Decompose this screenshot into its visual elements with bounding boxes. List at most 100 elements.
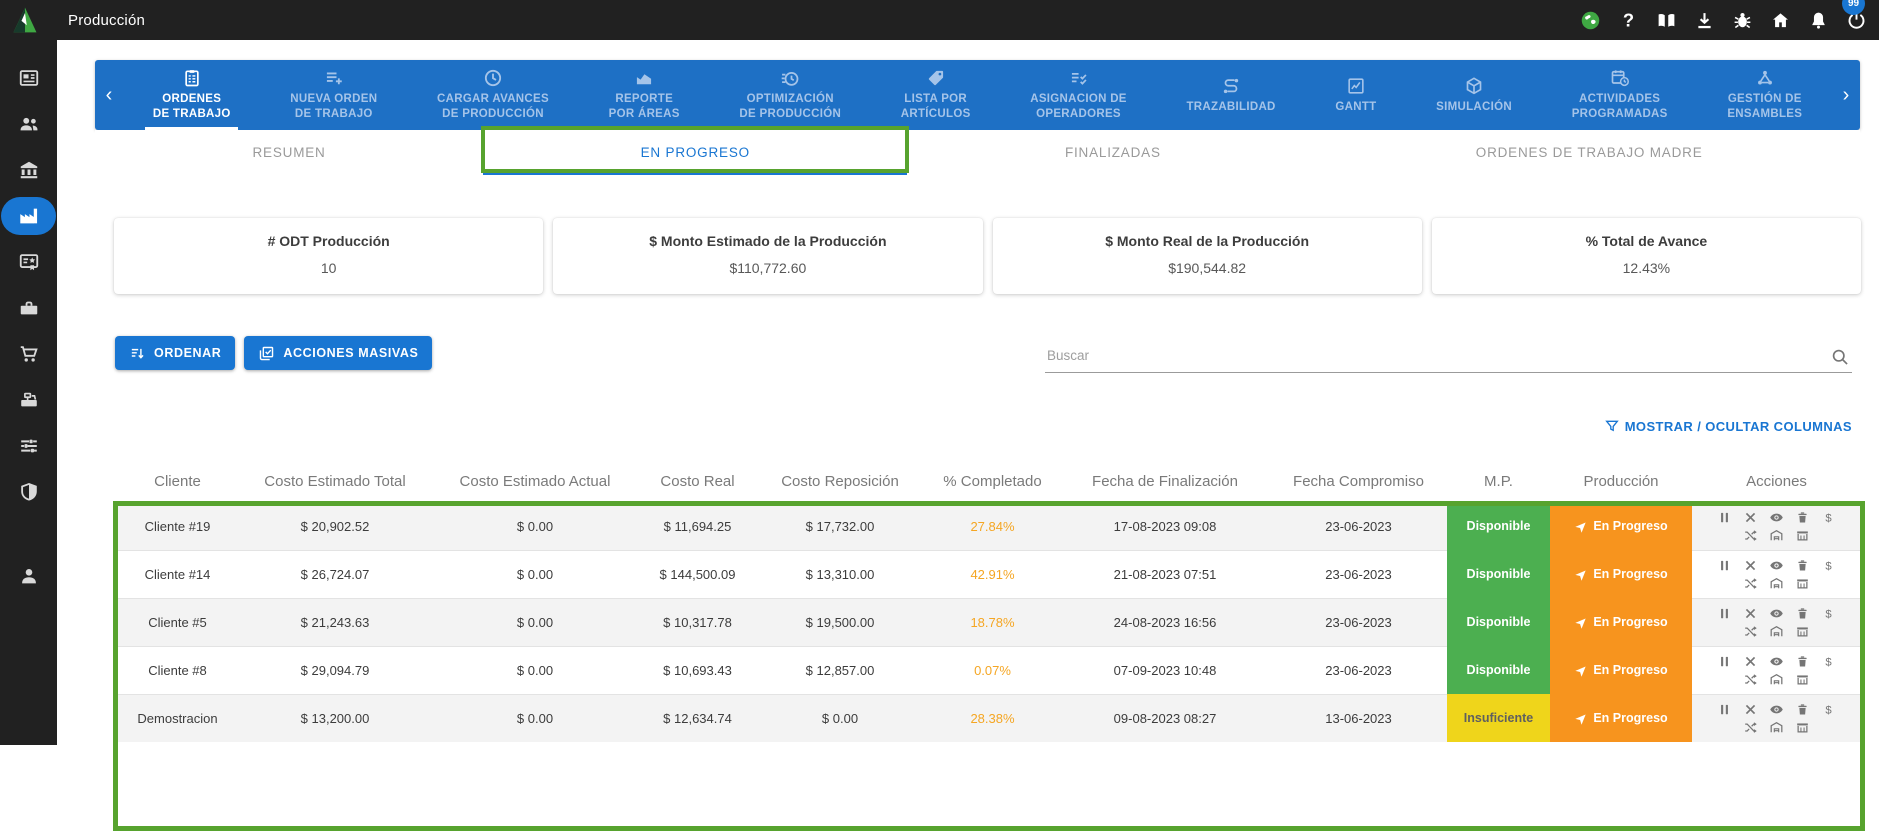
delete-icon[interactable]: [1795, 558, 1810, 573]
view-icon[interactable]: [1769, 510, 1784, 525]
subtab-ordenes-madre[interactable]: ORDENES DE TRABAJO MADRE: [1318, 130, 1860, 175]
cash-register-icon-item[interactable]: [0, 378, 57, 422]
newspaper-icon-item[interactable]: [0, 56, 57, 100]
tabs-scroll-right-icon[interactable]: ›: [1832, 60, 1860, 130]
factory-icon-item[interactable]: [0, 194, 57, 238]
cell-acciones: [1692, 694, 1861, 742]
search-icon[interactable]: [1830, 347, 1850, 367]
warehouse-icon[interactable]: [1769, 624, 1784, 639]
delete-icon[interactable]: [1795, 654, 1810, 669]
certificate-icon-item[interactable]: [0, 240, 57, 284]
tab-cargar-avances[interactable]: CARGAR AVANCES DE PRODUCCIÓN: [407, 60, 579, 130]
shuffle-icon[interactable]: [1743, 624, 1758, 639]
tab-gestion-de-ensambles[interactable]: GESTIÓN DE ENSAMBLES: [1697, 60, 1832, 130]
cell-fecha-finalizacion: 17-08-2023 09:08: [1060, 502, 1270, 550]
register-icon[interactable]: [1795, 576, 1810, 591]
pause-icon[interactable]: [1717, 510, 1732, 525]
home-icon[interactable]: [1770, 10, 1791, 31]
column-header: Acciones: [1692, 473, 1861, 490]
work-orders-table: ClienteCosto Estimado TotalCosto Estimad…: [115, 460, 1861, 742]
pause-icon[interactable]: [1717, 558, 1732, 573]
cancel-icon[interactable]: [1743, 702, 1758, 717]
cell-cliente: Cliente #14: [115, 550, 240, 598]
cancel-icon[interactable]: [1743, 558, 1758, 573]
shuffle-icon[interactable]: [1743, 528, 1758, 543]
delete-icon[interactable]: [1795, 510, 1810, 525]
cell-costo-estimado-total: $ 21,243.63: [240, 598, 430, 646]
toggle-columns-link[interactable]: MOSTRAR / OCULTAR COLUMNAS: [1604, 418, 1852, 434]
subtab-resumen[interactable]: RESUMEN: [95, 130, 483, 175]
tab-ordenes-de-trabajo[interactable]: ORDENES DE TRABAJO: [123, 60, 260, 130]
tab-gantt[interactable]: GANTT: [1306, 60, 1407, 130]
tab-trazabilidad[interactable]: TRAZABILIDAD: [1157, 60, 1306, 130]
tab-asignacion-operadores[interactable]: ASIGNACION DE OPERADORES: [1000, 60, 1156, 130]
toolbox-icon-item[interactable]: [0, 286, 57, 330]
globe-icon[interactable]: [1580, 10, 1601, 31]
bulk-actions-button[interactable]: ACCIONES MASIVAS: [244, 336, 432, 370]
help-icon[interactable]: [1618, 10, 1639, 31]
shuffle-icon[interactable]: [1743, 672, 1758, 687]
tab-actividades-programadas[interactable]: ACTIVIDADES PROGRAMADAS: [1542, 60, 1698, 130]
shuffle-icon[interactable]: [1743, 720, 1758, 735]
column-header: Costo Reposición: [755, 473, 925, 490]
tab-optimizacion[interactable]: OPTIMIZACIÓN DE PRODUCCIÓN: [710, 60, 871, 130]
register-icon[interactable]: [1795, 720, 1810, 735]
pause-icon[interactable]: [1717, 606, 1732, 621]
view-icon[interactable]: [1769, 702, 1784, 717]
register-icon[interactable]: [1795, 624, 1810, 639]
sort-button[interactable]: ORDENAR: [115, 336, 235, 370]
column-header: Producción: [1550, 473, 1692, 490]
pause-icon[interactable]: [1717, 702, 1732, 717]
tab-simulacion[interactable]: SIMULACIÓN: [1406, 60, 1542, 130]
view-icon[interactable]: [1769, 558, 1784, 573]
delete-icon[interactable]: [1795, 606, 1810, 621]
summary-card: % Total de Avance 12.43%: [1432, 218, 1861, 294]
cell-costo-real: $ 11,694.25: [640, 502, 755, 550]
subtab-finalizadas[interactable]: FINALIZADAS: [907, 130, 1318, 175]
rocket-icon: [1574, 712, 1587, 725]
shuffle-icon[interactable]: [1743, 576, 1758, 591]
money-icon[interactable]: [1821, 606, 1836, 621]
money-icon[interactable]: [1821, 654, 1836, 669]
subtab-en-progreso[interactable]: EN PROGRESO: [483, 130, 907, 175]
money-icon[interactable]: [1821, 510, 1836, 525]
tabs-scroll-left-icon[interactable]: ‹: [95, 60, 123, 130]
download-icon[interactable]: [1694, 10, 1715, 31]
money-icon[interactable]: [1821, 558, 1836, 573]
people-icon-item[interactable]: [0, 102, 57, 146]
tab-nueva-orden-de-trabajo[interactable]: NUEVA ORDEN DE TRABAJO: [260, 60, 407, 130]
cell-costo-reposicion: $ 19,500.00: [755, 598, 925, 646]
view-icon[interactable]: [1769, 606, 1784, 621]
cell-costo-real: $ 10,317.78: [640, 598, 755, 646]
cell-acciones: [1692, 550, 1861, 598]
shield-icon-item[interactable]: [0, 470, 57, 514]
person-icon-item[interactable]: [0, 554, 57, 598]
pause-icon[interactable]: [1717, 654, 1732, 669]
card-label: $ Monto Estimado de la Producción: [563, 233, 972, 249]
view-icon[interactable]: [1769, 654, 1784, 669]
cancel-icon[interactable]: [1743, 606, 1758, 621]
card-label: % Total de Avance: [1442, 233, 1851, 249]
cell-acciones: [1692, 502, 1861, 550]
search-input[interactable]: [1045, 340, 1852, 373]
warehouse-icon[interactable]: [1769, 528, 1784, 543]
warehouse-icon[interactable]: [1769, 672, 1784, 687]
tab-reporte-por-areas[interactable]: REPORTE POR ÁREAS: [579, 60, 710, 130]
money-icon[interactable]: [1821, 702, 1836, 717]
documentation-icon[interactable]: [1656, 10, 1677, 31]
card-value: 10: [124, 260, 533, 276]
tab-lista-por-articulos[interactable]: LISTA POR ARTÍCULOS: [871, 60, 1000, 130]
cancel-icon[interactable]: [1743, 510, 1758, 525]
cart-icon-item[interactable]: [0, 332, 57, 376]
bug-report-icon[interactable]: [1732, 10, 1753, 31]
delete-icon[interactable]: [1795, 702, 1810, 717]
warehouse-icon[interactable]: [1769, 576, 1784, 591]
cancel-icon[interactable]: [1743, 654, 1758, 669]
sliders-icon-item[interactable]: [0, 424, 57, 468]
register-icon[interactable]: [1795, 528, 1810, 543]
warehouse-icon[interactable]: [1769, 720, 1784, 735]
cell-porcentaje-completado: 18.78%: [925, 598, 1060, 646]
register-icon[interactable]: [1795, 672, 1810, 687]
notifications-icon[interactable]: [1808, 10, 1829, 31]
warehouse-icon-item[interactable]: [0, 148, 57, 192]
